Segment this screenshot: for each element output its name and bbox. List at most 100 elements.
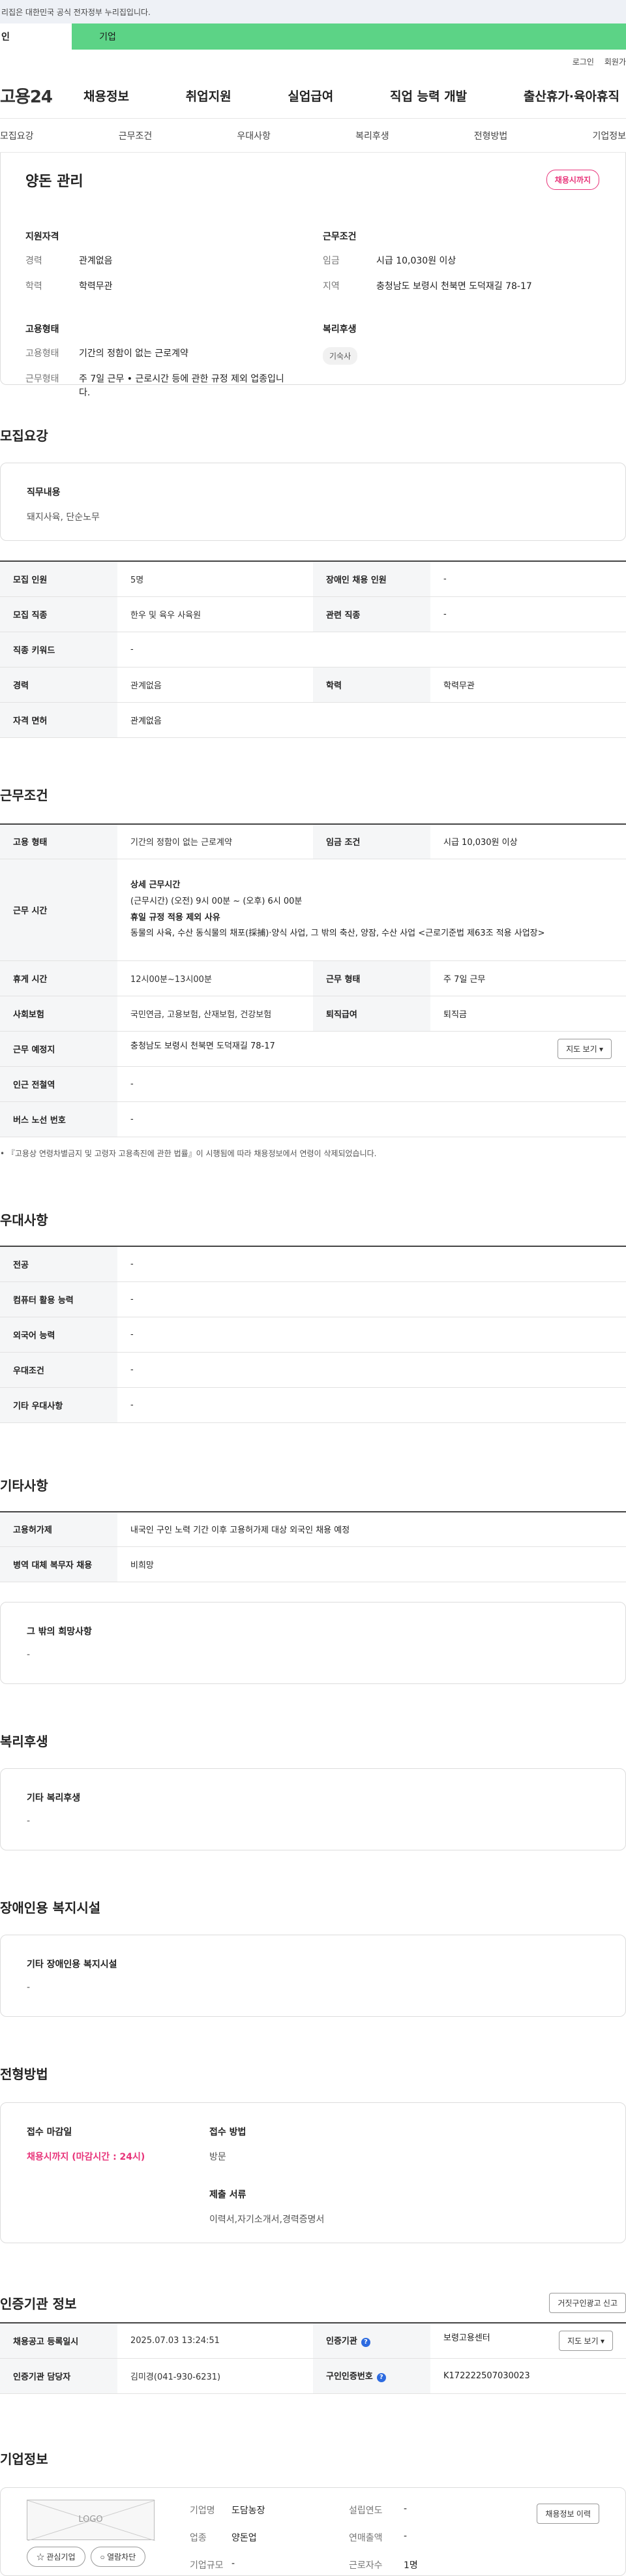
table-key: 모집 직종 — [0, 596, 117, 632]
table-value: - — [117, 1352, 626, 1388]
table-key: 병역 대체 복무자 채용 — [0, 1546, 117, 1582]
map-view-button[interactable]: 지도 보기 ▾ — [558, 1039, 612, 1059]
table-key: 구인인증번호 — [326, 2372, 373, 2382]
summary-key: 경력 — [25, 256, 42, 266]
table-value: 12시00분~13시00분 — [117, 960, 313, 996]
agency-table: 채용공고 등록일시 2025.07.03 13:24:51 인증기관? 보령고용… — [0, 2322, 626, 2394]
table-row: 버스 노선 번호 - — [0, 1101, 626, 1137]
section-title: 모집요강 — [0, 428, 48, 444]
other-wish-heading: 그 밖의 희망사항 — [27, 1627, 92, 1637]
table-value: 관계없음 — [117, 667, 313, 703]
signup-link[interactable]: 회원가 — [604, 56, 626, 67]
work-time-line: (근무시간) (오전) 9시 00분 ~ (오후) 6시 00분 — [130, 896, 303, 906]
summary-key: 근무형태 — [25, 374, 59, 384]
table-value: 보령고용센터 지도 보기 ▾ — [430, 2323, 626, 2359]
company-card: LOGO ☆ 관심기업 ○ 열람차단 기업명 도담농장 설립연도 - 업종 양돈… — [0, 2487, 626, 2576]
anchor-prefer[interactable]: 우대사항 — [237, 129, 271, 142]
work-time-detail: 상세 근무시간 (근무시간) (오전) 9시 00분 ~ (오후) 6시 00분… — [117, 859, 626, 961]
table-key: 고용 형태 — [0, 823, 117, 859]
table-row: 채용공고 등록일시 2025.07.03 13:24:51 인증기관? 보령고용… — [0, 2323, 626, 2359]
table-key: 근무 예정지 — [0, 1031, 117, 1067]
section-process: 전형방법 접수 마감일 채용시까지 (마감시간 : 24시) 접수 방법 방문 … — [0, 2064, 626, 2243]
table-key: 임금 조건 — [313, 823, 430, 859]
company-fields: 기업명 도담농장 설립연도 - 업종 양돈업 연매출액 - 기업규모 - 근로자… — [190, 2504, 469, 2571]
table-key: 퇴직급여 — [313, 996, 430, 1032]
summary-key: 고용형태 — [25, 348, 59, 359]
summary-value: 기간의 정함이 없는 근로계약 — [79, 348, 188, 359]
job-history-button[interactable]: 채용정보 이력 — [537, 2503, 599, 2524]
summary-conditions-heading: 근무조건 — [323, 232, 357, 242]
section-other: 기타사항 고용허가제 내국인 구인 노력 기간 이후 고용허가제 대상 외국인 채… — [0, 1475, 626, 1684]
company-field-key: 기업명 — [190, 2505, 215, 2516]
work-table: 고용 형태 기간의 정함이 없는 근로계약 임금 조건 시급 10,030원 이… — [0, 823, 626, 1137]
table-key: 학력 — [313, 667, 430, 703]
main-nav: 고용24 채용정보 취업지원 실업급여 직업 능력 개발 출산휴가·육아휴직 — [0, 73, 626, 119]
favorite-company-button[interactable]: ☆ 관심기업 — [27, 2546, 85, 2567]
duty-heading: 직무내용 — [27, 487, 61, 498]
anchor-recruit[interactable]: 모집요강 — [0, 129, 34, 142]
help-icon[interactable]: ? — [361, 2338, 370, 2348]
summary-key: 지역 — [323, 281, 340, 292]
login-link[interactable]: 로그인 — [573, 56, 594, 67]
other-table: 고용허가제 내국인 구인 노력 기간 이후 고용허가제 대상 외국인 채용 예정 … — [0, 1510, 626, 1582]
other-wish-value: - — [27, 1649, 31, 1660]
table-key: 버스 노선 번호 — [0, 1101, 117, 1137]
method-block: 접수 방법 방문 제출 서류 이력서,자기소개서,경력증명서 — [209, 2125, 324, 2225]
deadline-value: 채용시까지 (마감시간 : 24시) — [27, 2152, 145, 2162]
table-row: 외국어 능력 - — [0, 1317, 626, 1353]
section-title: 인증기관 정보 — [0, 2296, 77, 2312]
section-work: 근무조건 고용 형태 기간의 정함이 없는 근로계약 임금 조건 시급 10,0… — [0, 785, 626, 1159]
nav-employment-support[interactable]: 취업지원 — [186, 87, 231, 104]
table-key: 근무 시간 — [0, 859, 117, 961]
method-heading: 접수 방법 — [209, 2127, 246, 2138]
table-value: 김미경(041-930-6231) — [117, 2358, 313, 2394]
company-field-value: - — [404, 2530, 408, 2541]
table-key: 관련 직종 — [313, 596, 430, 632]
anchor-company[interactable]: 기업정보 — [592, 129, 626, 142]
company-field-value: - — [231, 2558, 235, 2569]
nav-job-training[interactable]: 직업 능력 개발 — [390, 87, 467, 104]
table-value: 학력무관 — [430, 667, 626, 703]
table-row: 경력 관계없음 학력 학력무관 — [0, 667, 626, 703]
section-company: 기업정보 LOGO ☆ 관심기업 ○ 열람차단 기업명 도담농장 설립연도 - … — [0, 2449, 626, 2576]
anchor-work[interactable]: 근무조건 — [119, 129, 153, 142]
tab-company[interactable]: 기업 — [72, 23, 143, 50]
report-fake-ad-button[interactable]: 거짓구인광고 신고 — [549, 2293, 626, 2313]
anchor-process[interactable]: 전형방법 — [474, 129, 508, 142]
table-value: - — [117, 1246, 626, 1282]
summary-employment: 고용형태 고용형태 기간의 정함이 없는 근로계약 근무형태 주 7일 근무 • 근… — [25, 322, 303, 412]
site-logo[interactable]: 고용24 — [0, 84, 83, 108]
table-value: 주 7일 근무 — [430, 960, 626, 996]
summary-employment-heading: 고용형태 — [25, 324, 59, 335]
help-icon[interactable]: ? — [376, 2373, 386, 2382]
agency-map-button[interactable]: 지도 보기 ▾ — [559, 2330, 613, 2351]
table-value: 퇴직금 — [430, 996, 626, 1032]
disabled-value: - — [27, 1982, 31, 1993]
disabled-heading: 기타 장애인용 복지시설 — [27, 1959, 117, 1970]
nav-maternity-leave[interactable]: 출산휴가·육아휴직 — [524, 87, 619, 104]
table-row: 전공 - — [0, 1246, 626, 1282]
deadline-block: 접수 마감일 채용시까지 (마감시간 : 24시) — [27, 2125, 209, 2220]
agency-name: 보령고용센터 — [443, 2333, 490, 2343]
section-benefit: 복리후생 기타 복리후생 - — [0, 1731, 626, 1850]
table-key: 경력 — [0, 667, 117, 703]
deadline-badge: 채용시까지 — [546, 170, 599, 190]
age-note: • 『고용상 연령차별금지 및 고령자 고용촉진에 관한 법률』이 시행됨에 따… — [0, 1149, 377, 1158]
benefit-value: - — [27, 1816, 31, 1826]
table-row: 고용허가제 내국인 구인 노력 기간 이후 고용허가제 대상 외국인 채용 예정 — [0, 1511, 626, 1547]
other-wish-box: 그 밖의 희망사항 - — [0, 1602, 626, 1684]
tab-individual[interactable]: 인 — [0, 23, 72, 50]
section-agency: 인증기관 정보 거짓구인광고 신고 채용공고 등록일시 2025.07.03 1… — [0, 2293, 626, 2394]
table-key: 인증기관 담당자 — [0, 2358, 117, 2394]
table-value: - — [117, 1387, 626, 1423]
method-value: 방문 — [209, 2152, 226, 2162]
block-view-button[interactable]: ○ 열람차단 — [90, 2546, 146, 2567]
table-value: - — [117, 1066, 626, 1102]
nav-unemployment-benefit[interactable]: 실업급여 — [288, 87, 333, 104]
nav-job-info[interactable]: 채용정보 — [83, 87, 129, 104]
table-row: 휴게 시간 12시00분~13시00분 근무 형태 주 7일 근무 — [0, 960, 626, 996]
duty-value: 돼지사육, 단순노무 — [27, 512, 100, 523]
anchor-benefit[interactable]: 복리후생 — [355, 129, 389, 142]
table-row: 병역 대체 복무자 채용 비희망 — [0, 1546, 626, 1582]
table-value: 비희망 — [117, 1546, 626, 1582]
